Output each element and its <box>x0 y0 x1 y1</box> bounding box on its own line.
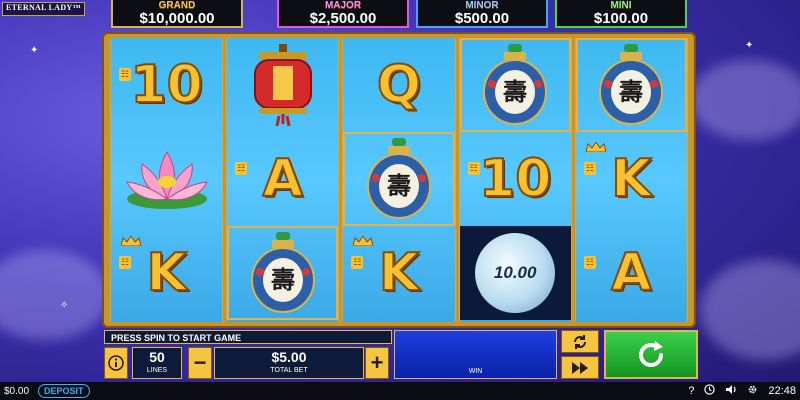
symbol-K: K ☷ <box>576 132 687 226</box>
svg-text:壽: 壽 <box>271 265 295 294</box>
win-display: WIN <box>394 330 557 379</box>
reels-frame: 10 ☷ K ☷ A ☷ 壽 Q 壽 K ☷ 壽 10 ☷ 10.00 壽 K ☷ A ☷ <box>102 32 696 328</box>
symbol-lantern <box>227 38 338 132</box>
clock-time: 22:48 <box>768 385 796 397</box>
status-bar: $0.00 DEPOSIT ? 22:48 <box>0 382 800 400</box>
total-bet-display: $5.00 TOTAL BET <box>214 347 364 379</box>
reel-2: A ☷ 壽 <box>226 38 340 322</box>
lines-label: LINES <box>146 367 168 374</box>
snuff-bottle-icon: 壽 <box>483 44 548 125</box>
paytable-button[interactable] <box>104 347 128 379</box>
symbol-10: 10 ☷ <box>460 132 571 226</box>
symbol-letter: Q <box>376 55 422 115</box>
game-logo: ETERNAL LADY™ <box>2 2 85 16</box>
snuff-bottle-icon: 壽 <box>250 232 315 313</box>
symbol-Q: Q <box>343 38 454 132</box>
fast-forward-icon <box>572 361 588 374</box>
message-bar: PRESS SPIN TO START GAME <box>104 330 392 344</box>
reel-grid: 10 ☷ K ☷ A ☷ 壽 Q 壽 K ☷ 壽 10 ☷ 10.00 壽 K ☷ A ☷ <box>110 38 689 322</box>
symbol-letter: A <box>262 149 304 209</box>
symbol-letter: A <box>610 243 652 303</box>
symbol-lotus <box>111 132 222 226</box>
reel-3: Q 壽 K ☷ <box>342 38 456 322</box>
jackpot-minor: MINOR $500.00 <box>416 0 548 28</box>
symbol-letter: 10 <box>478 149 552 209</box>
lantern-icon <box>253 44 312 126</box>
ornament-icon: ☷ <box>119 68 132 81</box>
lines-display: 50 LINES <box>132 347 182 379</box>
symbol-letter: 10 <box>129 55 203 115</box>
crown-icon <box>353 236 374 246</box>
history-icon[interactable] <box>704 384 716 398</box>
deposit-button[interactable]: DEPOSIT <box>38 384 90 398</box>
jackpot-major: MAJOR $2,500.00 <box>277 0 409 28</box>
svg-text:壽: 壽 <box>619 77 643 106</box>
jackpot-value: $10,000.00 <box>139 10 215 27</box>
symbol-letter: K <box>145 243 187 303</box>
settings-icon[interactable] <box>747 384 758 398</box>
lines-value: 50 <box>149 349 165 365</box>
jackpot-value: $2,500.00 <box>309 10 377 27</box>
snuff-bottle-icon: 壽 <box>367 138 431 219</box>
jackpot-mini: MINI $100.00 <box>555 0 687 28</box>
ornament-icon: ☷ <box>119 256 132 269</box>
sparkle-icon: ✧ <box>60 300 69 311</box>
help-icon[interactable]: ? <box>688 385 694 397</box>
symbol-snuff-bottle: 壽 <box>460 38 571 132</box>
refresh-icon <box>574 334 586 349</box>
symbol-K: K ☷ <box>111 226 222 320</box>
spin-icon <box>639 340 663 367</box>
moon-value: 10.00 <box>493 263 537 282</box>
info-icon <box>108 355 124 371</box>
win-label: WIN <box>468 368 483 375</box>
bet-value: $5.00 <box>271 349 307 365</box>
sparkle-icon: ✦ <box>745 40 754 51</box>
ornament-icon: ☷ <box>351 256 364 269</box>
turbo-button[interactable] <box>561 356 599 379</box>
symbol-K: K ☷ <box>343 226 454 320</box>
svg-text:壽: 壽 <box>503 77 527 106</box>
cloud-decoration <box>690 60 800 140</box>
reel-5: 壽 K ☷ A ☷ <box>574 38 689 322</box>
symbol-A: A ☷ <box>227 132 338 226</box>
spin-button[interactable] <box>604 330 698 379</box>
moon-bonus-symbol: 10.00 <box>475 233 556 313</box>
cloud-decoration <box>700 260 800 360</box>
autoplay-button[interactable] <box>561 330 599 353</box>
symbol-letter: K <box>610 149 652 209</box>
symbol-A: A ☷ <box>576 226 687 320</box>
cloud-decoration <box>0 250 110 340</box>
jackpot-value: $500.00 <box>454 10 510 27</box>
speaker-icon[interactable] <box>725 384 737 398</box>
symbol-moon: 10.00 <box>459 226 571 320</box>
control-panel: PRESS SPIN TO START GAME 50 LINES − $5.0… <box>102 330 698 380</box>
jackpot-bar: GRAND $10,000.00 MAJOR $2,500.00 MINOR $… <box>111 0 691 30</box>
reel-1: 10 ☷ K ☷ <box>110 38 224 322</box>
reel-4: 壽 10 ☷ 10.00 <box>458 38 572 322</box>
symbol-snuff-bottle: 壽 <box>227 226 338 320</box>
snuff-bottle-icon: 壽 <box>599 44 664 125</box>
crown-icon <box>585 142 606 152</box>
symbol-snuff-bottle: 壽 <box>343 132 454 226</box>
svg-text:壽: 壽 <box>387 171 411 200</box>
symbol-snuff-bottle: 壽 <box>576 38 687 132</box>
ornament-icon: ☷ <box>235 162 248 175</box>
balance: $0.00 <box>4 385 30 397</box>
symbol-10: 10 ☷ <box>111 38 222 132</box>
jackpot-value: $100.00 <box>593 10 649 27</box>
ornament-icon: ☷ <box>583 256 596 269</box>
symbol-letter: K <box>378 243 420 303</box>
lotus-icon <box>125 151 208 209</box>
bet-increase-button[interactable]: + <box>365 347 389 379</box>
bet-decrease-button[interactable]: − <box>188 347 212 379</box>
ornament-icon: ☷ <box>583 162 596 175</box>
ornament-icon: ☷ <box>467 162 480 175</box>
sparkle-icon: ✦ <box>30 45 39 56</box>
bet-label: TOTAL BET <box>270 367 308 374</box>
crown-icon <box>121 236 141 246</box>
jackpot-grand: GRAND $10,000.00 <box>111 0 243 28</box>
